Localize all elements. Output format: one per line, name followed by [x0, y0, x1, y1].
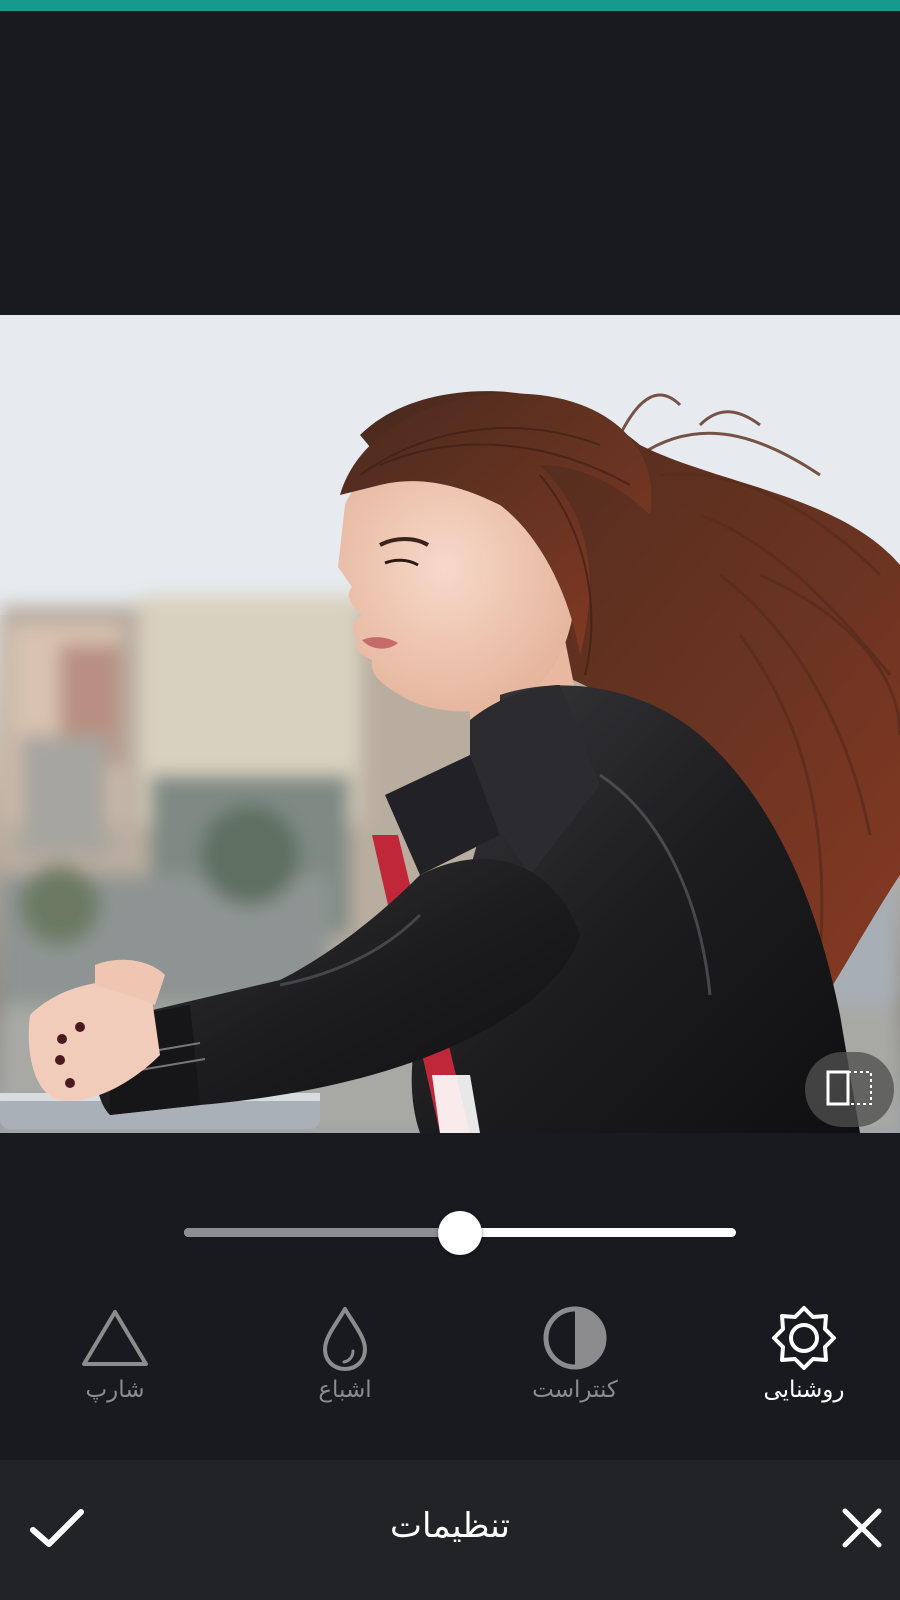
- tool-saturation[interactable]: اشباع: [270, 1300, 420, 1420]
- tool-label: کنتراست: [532, 1377, 618, 1403]
- slider-fill: [184, 1228, 460, 1237]
- cancel-button[interactable]: [827, 1495, 897, 1565]
- close-icon: [841, 1507, 883, 1553]
- photo-preview[interactable]: [0, 315, 900, 1133]
- tool-contrast[interactable]: کنتراست: [500, 1300, 650, 1420]
- slider-thumb[interactable]: [438, 1211, 482, 1255]
- status-accent-bar: [0, 0, 900, 11]
- contrast-icon: [500, 1300, 650, 1375]
- tool-brightness[interactable]: روشنایی: [729, 1300, 879, 1420]
- compare-button[interactable]: [805, 1052, 894, 1127]
- adjustment-slider[interactable]: [184, 1211, 736, 1255]
- saturation-drop-icon: [270, 1300, 420, 1375]
- sharpen-triangle-icon: [40, 1300, 190, 1375]
- tool-label: شارپ: [85, 1377, 145, 1403]
- brightness-icon: [729, 1300, 879, 1375]
- tool-sharpen[interactable]: شارپ: [40, 1300, 190, 1420]
- bottom-action-bar: تنظیمات: [0, 1460, 900, 1600]
- compare-split-icon: [825, 1068, 875, 1112]
- tool-label: اشباع: [318, 1377, 372, 1403]
- page-title: تنظیمات: [390, 1506, 510, 1546]
- tool-label: روشنایی: [763, 1377, 845, 1403]
- photo-image: [0, 315, 900, 1133]
- photo-adjust-screen: روشنایی کنتراست اشباع شارپ تنظیمات: [0, 0, 900, 1600]
